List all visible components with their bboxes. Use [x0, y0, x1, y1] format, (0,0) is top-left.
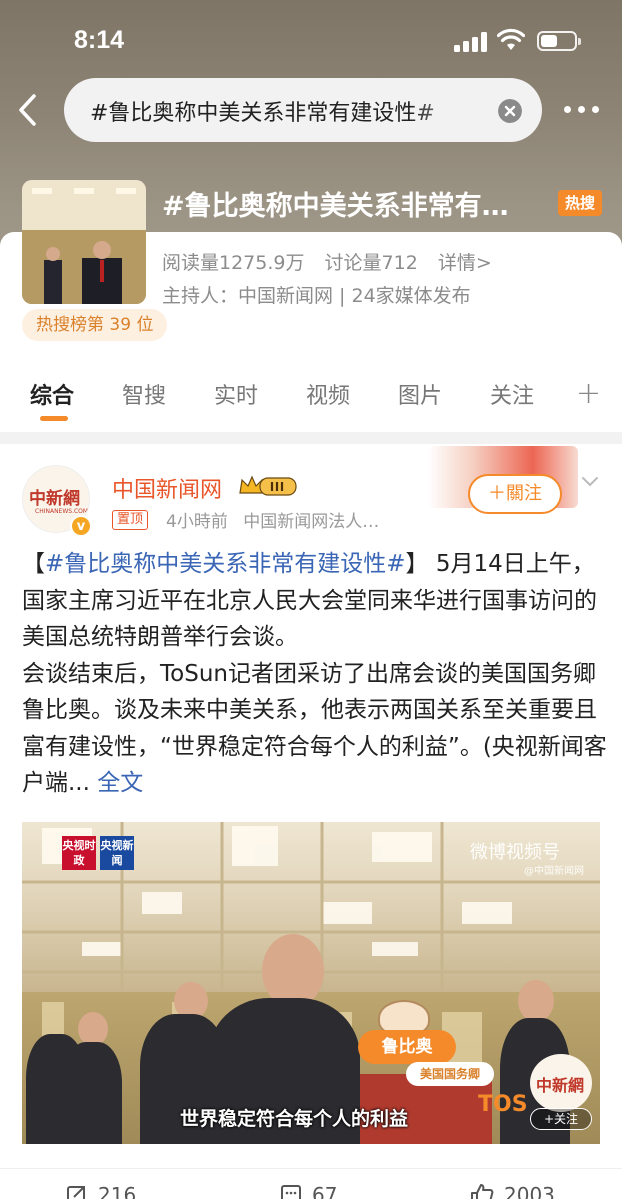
tab-smart-search[interactable]: 智搜	[122, 378, 166, 410]
tos-logo: TOS	[478, 1092, 528, 1117]
avatar-logo: 中新網	[29, 489, 80, 509]
status-time: 8:14	[74, 26, 125, 54]
author-name[interactable]: 中国新闻网	[112, 472, 222, 504]
avatar-logo-subtext: CHINANEWS.COM	[35, 508, 89, 515]
search-bar-row: #鲁比奥称中美关系非常有建设性#	[0, 78, 622, 142]
video-player[interactable]: 央视时政 央视新闻 微博视频号 @中国新闻网 鲁比奥 美国国务卿 TOS 世界稳…	[22, 822, 600, 1144]
more-options-icon[interactable]	[562, 94, 602, 124]
like-count: 2003	[504, 1183, 555, 1199]
verified-icon: v	[70, 515, 92, 537]
topic-stats: 阅读量1275.9万 讨论量712 详情>	[162, 248, 506, 275]
tab-images[interactable]: 图片	[398, 378, 442, 410]
follow-button[interactable]: ＋關注	[468, 474, 562, 514]
wifi-icon	[497, 28, 525, 50]
full-text-link[interactable]: 全文	[90, 770, 143, 796]
tab-comprehensive[interactable]: 综合	[30, 378, 74, 410]
repost-count: 216	[98, 1183, 137, 1199]
details-link[interactable]: 详情>	[438, 252, 492, 274]
post-meta: 4小時前 中国新闻网法人…	[166, 507, 389, 532]
video-subtitle: 世界稳定符合每个人的利益	[180, 1108, 409, 1130]
topic-hashtag-link[interactable]: #鲁比奥称中美关系非常有建设性#	[45, 551, 406, 577]
tab-video[interactable]: 视频	[306, 378, 350, 410]
tab-bar: 综合 智搜 实时 视频 图片 关注	[0, 368, 622, 424]
active-tab-indicator	[40, 416, 68, 421]
tab-realtime[interactable]: 实时	[214, 378, 258, 410]
topic-thumbnail[interactable]	[22, 180, 146, 304]
video-person-2	[62, 1042, 122, 1144]
pinned-badge: 置顶	[112, 510, 149, 530]
cctv-news-logo: 央视新闻	[100, 836, 134, 870]
weibo-video-watermark: 微博视频号	[470, 842, 560, 863]
post-body: 【#鲁比奥称中美关系非常有建设性#】 5月14日上午，国家主席习近平在北京人民大…	[22, 551, 607, 796]
comment-button[interactable]: 67	[280, 1183, 337, 1199]
chevron-down-icon[interactable]	[580, 472, 600, 492]
cctv-politics-logo: 央视时政	[62, 836, 96, 870]
like-button[interactable]: 2003	[470, 1183, 555, 1199]
read-count: 阅读量1275.9万	[162, 252, 305, 274]
signal-icon	[454, 32, 488, 52]
post-action-bar: 216 67 2003	[0, 1168, 622, 1199]
search-query-text: #鲁比奥称中美关系非常有建设性#	[90, 101, 435, 126]
discuss-count: 讨论量712	[324, 252, 418, 274]
vip-crown-icon	[239, 475, 297, 496]
back-arrow-icon[interactable]	[14, 90, 44, 130]
thumbnail-image	[22, 180, 146, 304]
battery-icon	[537, 31, 581, 51]
repost-icon	[67, 1186, 85, 1199]
topic-host[interactable]: 主持人：中国新闻网 | 24家媒体发布	[162, 281, 471, 308]
video-head-right	[518, 980, 554, 1022]
search-input[interactable]: #鲁比奥称中美关系非常有建设性#	[64, 78, 542, 142]
video-follow-button[interactable]: +关注	[530, 1108, 592, 1130]
corner-logo-text: 中新網	[536, 1076, 585, 1095]
video-role-tag: 美国国务卿	[406, 1062, 494, 1086]
repost-button[interactable]: 216	[66, 1183, 136, 1199]
thumbs-up-icon	[471, 1184, 494, 1199]
video-name-tag: 鲁比奥	[358, 1030, 456, 1064]
post-time: 4小時前	[166, 512, 228, 532]
video-head-main	[262, 934, 324, 1008]
clear-search-icon[interactable]	[498, 99, 522, 123]
comment-icon	[281, 1185, 301, 1199]
watermark-subtext: @中国新闻网	[524, 866, 584, 877]
topic-title: #鲁比奥称中美关系非常有…	[162, 191, 509, 222]
status-bar: 8:14	[0, 0, 622, 80]
hot-badge: 热搜	[558, 190, 602, 216]
tab-following[interactable]: 关注	[490, 378, 534, 410]
post-source: 中国新闻网法人…	[243, 512, 380, 532]
hot-rank-pill[interactable]: 热搜榜第 39 位	[22, 309, 168, 341]
video-head-1	[78, 1012, 108, 1046]
section-divider	[0, 432, 622, 444]
comment-count: 67	[312, 1183, 338, 1199]
add-tab-icon[interactable]: +	[576, 376, 601, 411]
